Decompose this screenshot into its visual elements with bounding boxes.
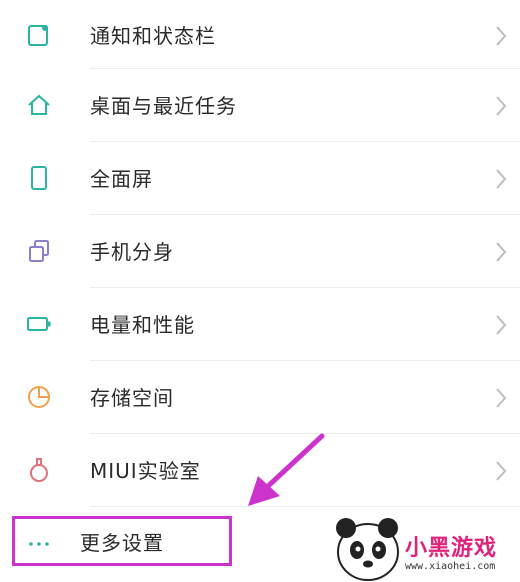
home-icon (28, 94, 50, 115)
chevron-right-icon (496, 169, 507, 189)
dual-icon (29, 240, 49, 262)
watermark-url: www.xiaohei.com (405, 561, 496, 572)
annotation-arrow-icon (248, 433, 325, 506)
divider (90, 214, 520, 215)
settings-item-label: 通知和状态栏 (90, 24, 216, 48)
settings-item-label: 桌面与最近任务 (90, 94, 237, 118)
divider (90, 141, 520, 142)
watermark-brand: 小黑游戏 (405, 536, 498, 561)
divider (90, 287, 520, 288)
settings-item-label: 电量和性能 (90, 313, 195, 337)
settings-item-battery[interactable]: 电量和性能 (0, 289, 520, 361)
divider (90, 68, 520, 69)
settings-item-storage[interactable]: 存储空间 (0, 362, 520, 434)
divider (90, 360, 520, 361)
chevron-right-icon (496, 461, 507, 481)
settings-item-label: 存储空间 (90, 386, 174, 410)
chevron-right-icon (496, 96, 507, 116)
notification-icon (28, 25, 48, 46)
settings-item-notification[interactable]: 通知和状态栏 (0, 0, 520, 72)
settings-item-label: MIUI实验室 (90, 459, 201, 483)
storage-icon (28, 386, 50, 408)
battery-icon (27, 317, 51, 331)
settings-item-fullscreen[interactable]: 全面屏 (0, 143, 520, 215)
chevron-right-icon (496, 242, 507, 262)
chevron-right-icon (496, 388, 507, 408)
chevron-right-icon (496, 26, 507, 46)
settings-item-dual-apps[interactable]: 手机分身 (0, 216, 520, 288)
settings-item-label: 手机分身 (90, 240, 174, 264)
lab-icon (30, 458, 48, 482)
chevron-right-icon (496, 315, 507, 335)
phone-icon (31, 166, 47, 190)
settings-item-label: 全面屏 (90, 167, 153, 191)
settings-item-desktop[interactable]: 桌面与最近任务 (0, 70, 520, 142)
annotation-highlight-box (12, 516, 232, 566)
